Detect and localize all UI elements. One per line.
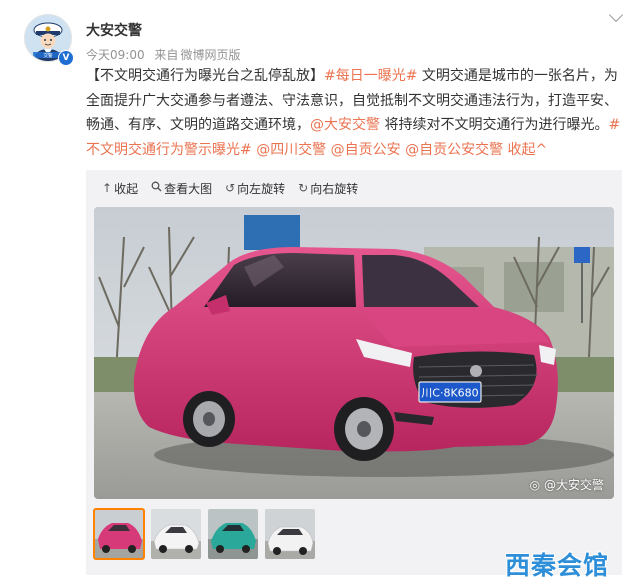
photo-watermark: ◎ @大安交警 — [529, 478, 604, 492]
collapse-label: 收起 — [114, 181, 139, 196]
post-source[interactable]: 微博网页版 — [180, 48, 240, 62]
author-name[interactable]: 大安交警 — [86, 20, 142, 40]
rotate-right-icon: ↻ — [298, 181, 309, 195]
search-icon — [151, 181, 162, 195]
view-large-label: 查看大图 — [164, 181, 213, 196]
post-meta: 今天09:00 来自 微博网页版 — [86, 46, 246, 63]
rotate-left-button[interactable]: ↺ 向左旋转 — [225, 180, 285, 196]
post-link[interactable]: @四川交警 — [256, 142, 326, 158]
rotate-right-label: 向右旋转 — [310, 181, 359, 196]
rotate-left-icon: ↺ — [225, 181, 236, 195]
collapse-icon: ↑ — [102, 181, 113, 195]
weibo-post-card: 交警 V 大安交警 今天09:00 来自 微博网页版 【不文明交通行为曝光台之乱停… — [0, 0, 636, 584]
image-toolbar: ↑ 收起 查看大图 ↺ 向左旋转 ↻ 向右旋转 — [102, 180, 371, 196]
main-photo[interactable]: 川C·8K680 ◎ @大安交警 — [94, 207, 614, 499]
thumbnail-strip — [93, 508, 322, 560]
collapse-button[interactable]: ↑ 收起 — [102, 180, 138, 196]
thumbnail-3[interactable] — [208, 509, 258, 559]
site-logo: 西秦会馆 — [505, 551, 610, 580]
thumbnail-2[interactable] — [151, 509, 201, 559]
post-time[interactable]: 今天09:00 — [86, 48, 145, 62]
post-text-segment: 将持续对不文明交通行为进行曝光。 — [380, 117, 609, 133]
post-text-segment: 【不文明交通行为曝光台之乱停乱放】 — [86, 68, 324, 84]
rotate-left-label: 向左旋转 — [237, 181, 286, 196]
thumbnail-4[interactable] — [265, 509, 315, 559]
post-link[interactable]: @自贡公安 — [331, 142, 401, 158]
post-text: 【不文明交通行为曝光台之乱停乱放】#每日一曝光# 文明交通是城市的一张名片，为全… — [86, 64, 622, 162]
post-link[interactable]: @大安交警 — [310, 117, 380, 133]
svg-text:交警: 交警 — [44, 52, 53, 59]
post-link[interactable]: 收起^ — [508, 142, 548, 158]
car-photo: 川C·8K680 — [94, 207, 614, 499]
post-link[interactable]: @自贡公安交警 — [405, 142, 503, 158]
verified-badge-icon: V — [58, 50, 74, 66]
weibo-icon: ◎ — [529, 478, 541, 492]
chevron-down-icon[interactable] — [608, 7, 624, 23]
rotate-right-button[interactable]: ↻ 向右旋转 — [298, 180, 358, 196]
source-prefix: 来自 — [154, 48, 179, 62]
post-link[interactable]: #每日一曝光# — [324, 68, 417, 84]
thumbnail-1[interactable] — [93, 508, 145, 560]
license-plate: 川C·8K680 — [421, 387, 478, 400]
view-large-button[interactable]: 查看大图 — [151, 180, 212, 196]
media-panel: ↑ 收起 查看大图 ↺ 向左旋转 ↻ 向右旋转 川C·8K680 ◎ @大安交警 — [86, 170, 622, 575]
